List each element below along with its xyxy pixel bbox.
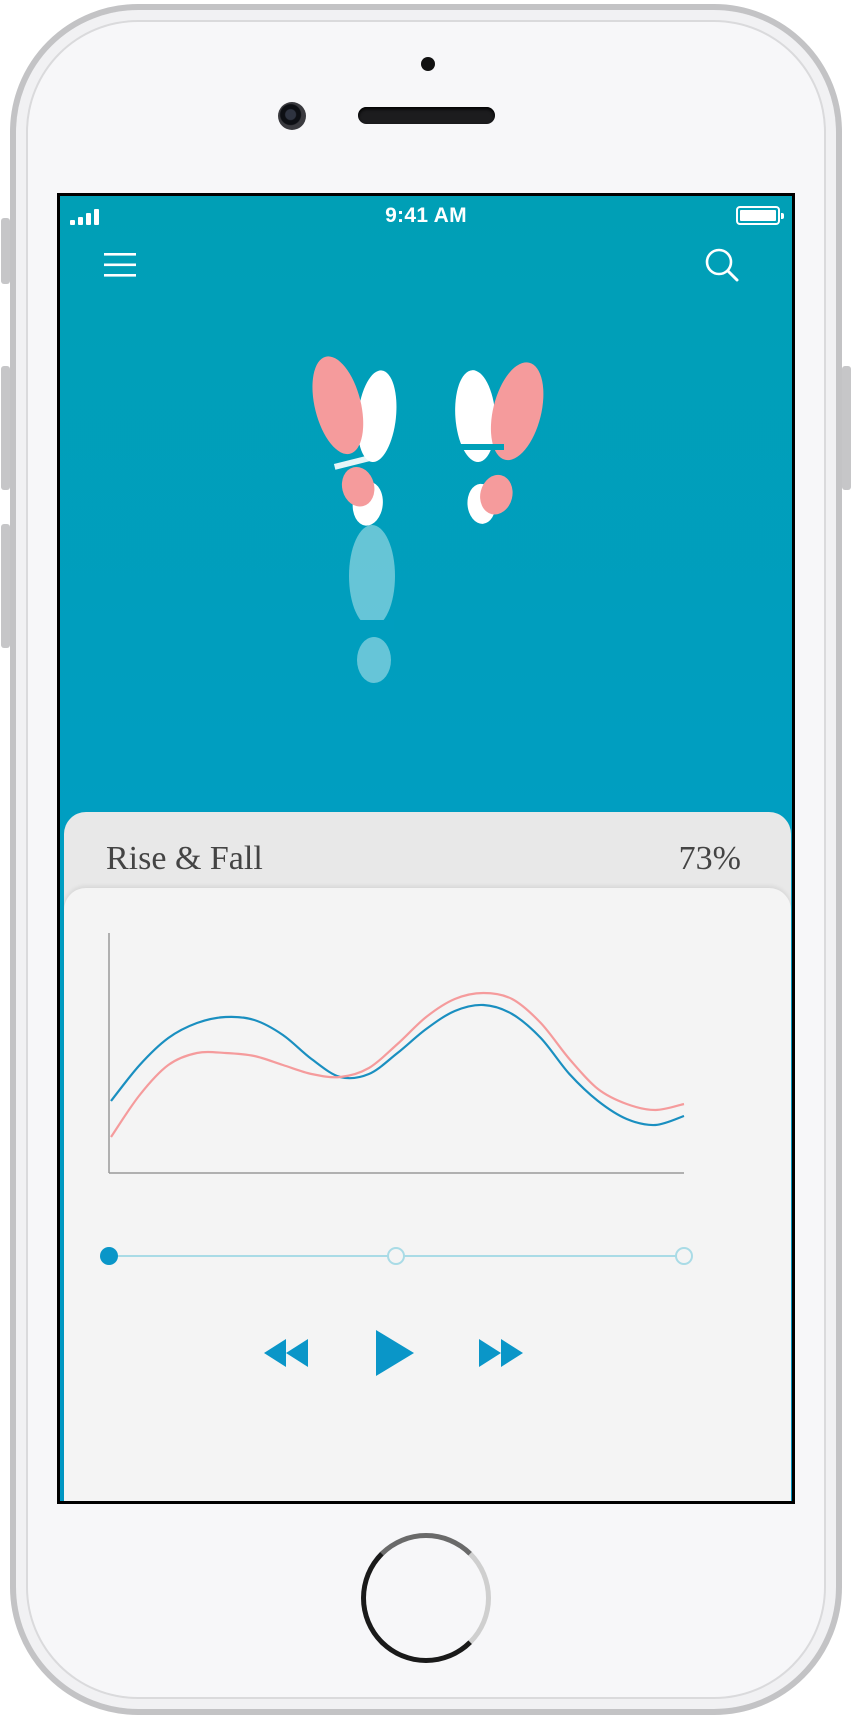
progress-step-3[interactable]	[675, 1247, 693, 1265]
earpiece-speaker	[358, 107, 495, 124]
footprint-faded	[349, 525, 395, 683]
play-button[interactable]	[369, 1323, 424, 1383]
proximity-sensor	[421, 57, 435, 71]
player-controls	[100, 1247, 693, 1383]
mute-switch	[1, 218, 10, 284]
screen: 9:41 AM Rise & Fall 73%	[57, 193, 795, 1504]
front-camera	[278, 102, 306, 130]
footprints-illustration	[312, 356, 544, 683]
track-title: Rise & Fall	[106, 840, 263, 877]
footprint-pair-right	[455, 362, 544, 524]
footprint-pair-left	[312, 356, 397, 526]
progress-step-2[interactable]	[387, 1247, 405, 1265]
volume-up-button	[1, 366, 10, 490]
fast-forward-button[interactable]	[474, 1328, 534, 1378]
power-button	[842, 366, 851, 490]
track-percent: 73%	[678, 840, 741, 877]
rewind-button[interactable]	[259, 1328, 319, 1378]
track-card	[64, 888, 791, 1501]
progress-step-1[interactable]	[100, 1247, 118, 1265]
home-button[interactable]	[361, 1533, 491, 1663]
volume-down-button	[1, 524, 10, 648]
